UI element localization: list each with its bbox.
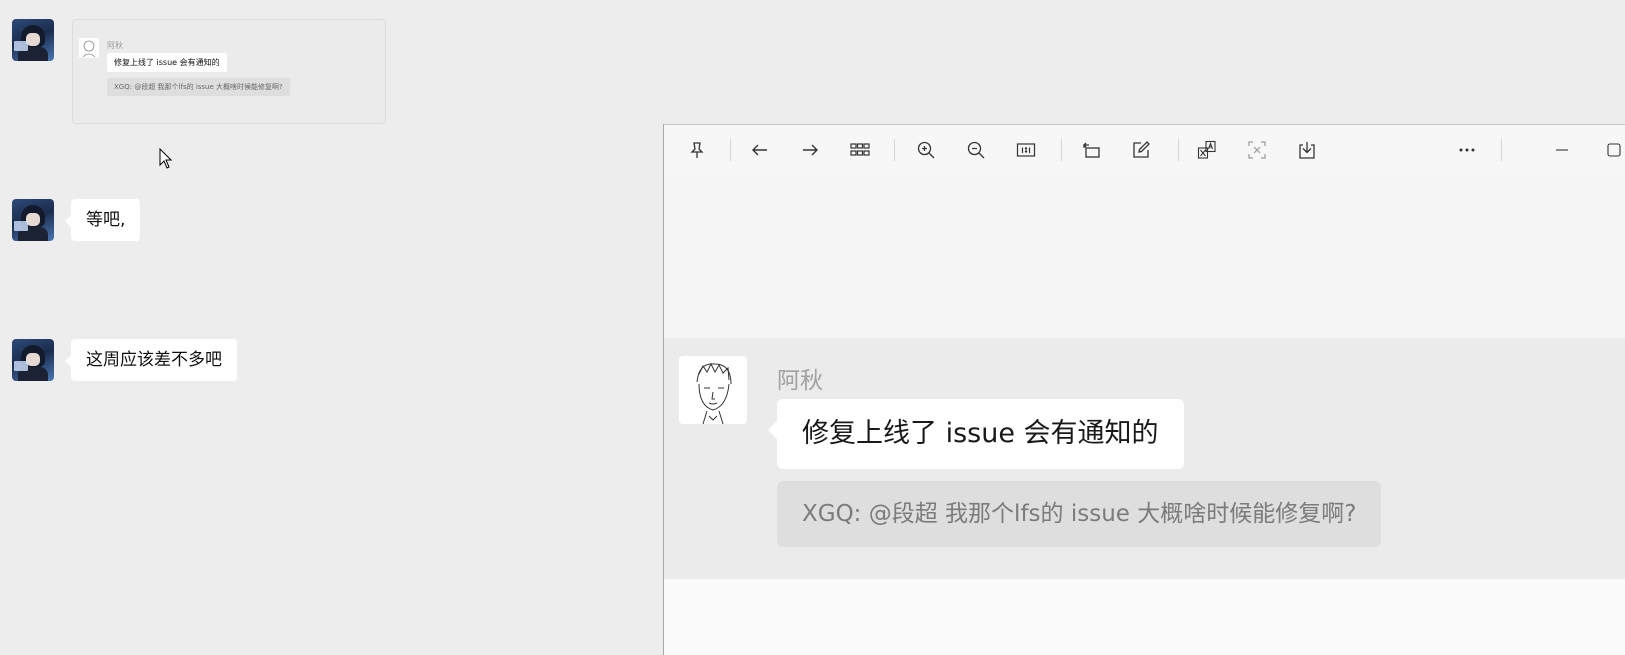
chat-avatar[interactable]	[12, 339, 54, 381]
quoted-message: XGQ: @段超 我那个lfs的 issue 大概啥时候能修复啊?	[777, 481, 1382, 547]
mouse-cursor-icon	[159, 148, 173, 169]
chat-avatar[interactable]	[12, 19, 54, 61]
translate-icon[interactable]	[1194, 137, 1220, 163]
thumbnail-avatar	[79, 38, 99, 58]
image-message-thumbnail[interactable]: 阿秋 修复上线了 issue 会有通知的 XGQ: @段超 我那个lfs的 is…	[72, 19, 386, 124]
minimize-icon[interactable]	[1549, 137, 1575, 163]
viewer-canvas-bottom	[664, 579, 1625, 655]
actual-size-icon[interactable]	[1013, 137, 1039, 163]
message-bubble: 修复上线了 issue 会有通知的	[768, 399, 1184, 469]
viewed-image[interactable]: 阿秋 修复上线了 issue 会有通知的 XGQ: @段超 我那个lfs的 is…	[664, 338, 1625, 579]
maximize-icon[interactable]	[1601, 137, 1625, 163]
zoom-in-icon[interactable]	[913, 137, 939, 163]
arrow-right-icon[interactable]	[797, 137, 823, 163]
viewer-toolbar	[664, 125, 1625, 175]
rotate-icon[interactable]	[1078, 137, 1104, 163]
viewer-canvas-top	[664, 175, 1625, 338]
grid-icon[interactable]	[847, 137, 873, 163]
zoom-out-icon[interactable]	[963, 137, 989, 163]
pin-icon[interactable]	[684, 137, 710, 163]
thumbnail-message: 修复上线了 issue 会有通知的	[107, 53, 227, 72]
chat-avatar[interactable]	[12, 199, 54, 241]
download-icon[interactable]	[1294, 137, 1320, 163]
more-icon[interactable]	[1454, 137, 1480, 163]
thumbnail-quote: XGQ: @段超 我那个lfs的 issue 大概啥时候能修复啊?	[107, 78, 290, 96]
sender-avatar	[679, 356, 747, 424]
extract-text-icon[interactable]	[1244, 137, 1270, 163]
thumbnail-sender-name: 阿秋	[107, 41, 123, 50]
image-viewer-window: 阿秋 修复上线了 issue 会有通知的 XGQ: @段超 我那个lfs的 is…	[663, 124, 1625, 655]
arrow-left-icon[interactable]	[747, 137, 773, 163]
edit-icon[interactable]	[1128, 137, 1154, 163]
sender-name: 阿秋	[777, 368, 823, 394]
chat-message-bubble[interactable]: 等吧,	[64, 199, 141, 241]
chat-message-bubble[interactable]: 这周应该差不多吧	[65, 339, 237, 381]
